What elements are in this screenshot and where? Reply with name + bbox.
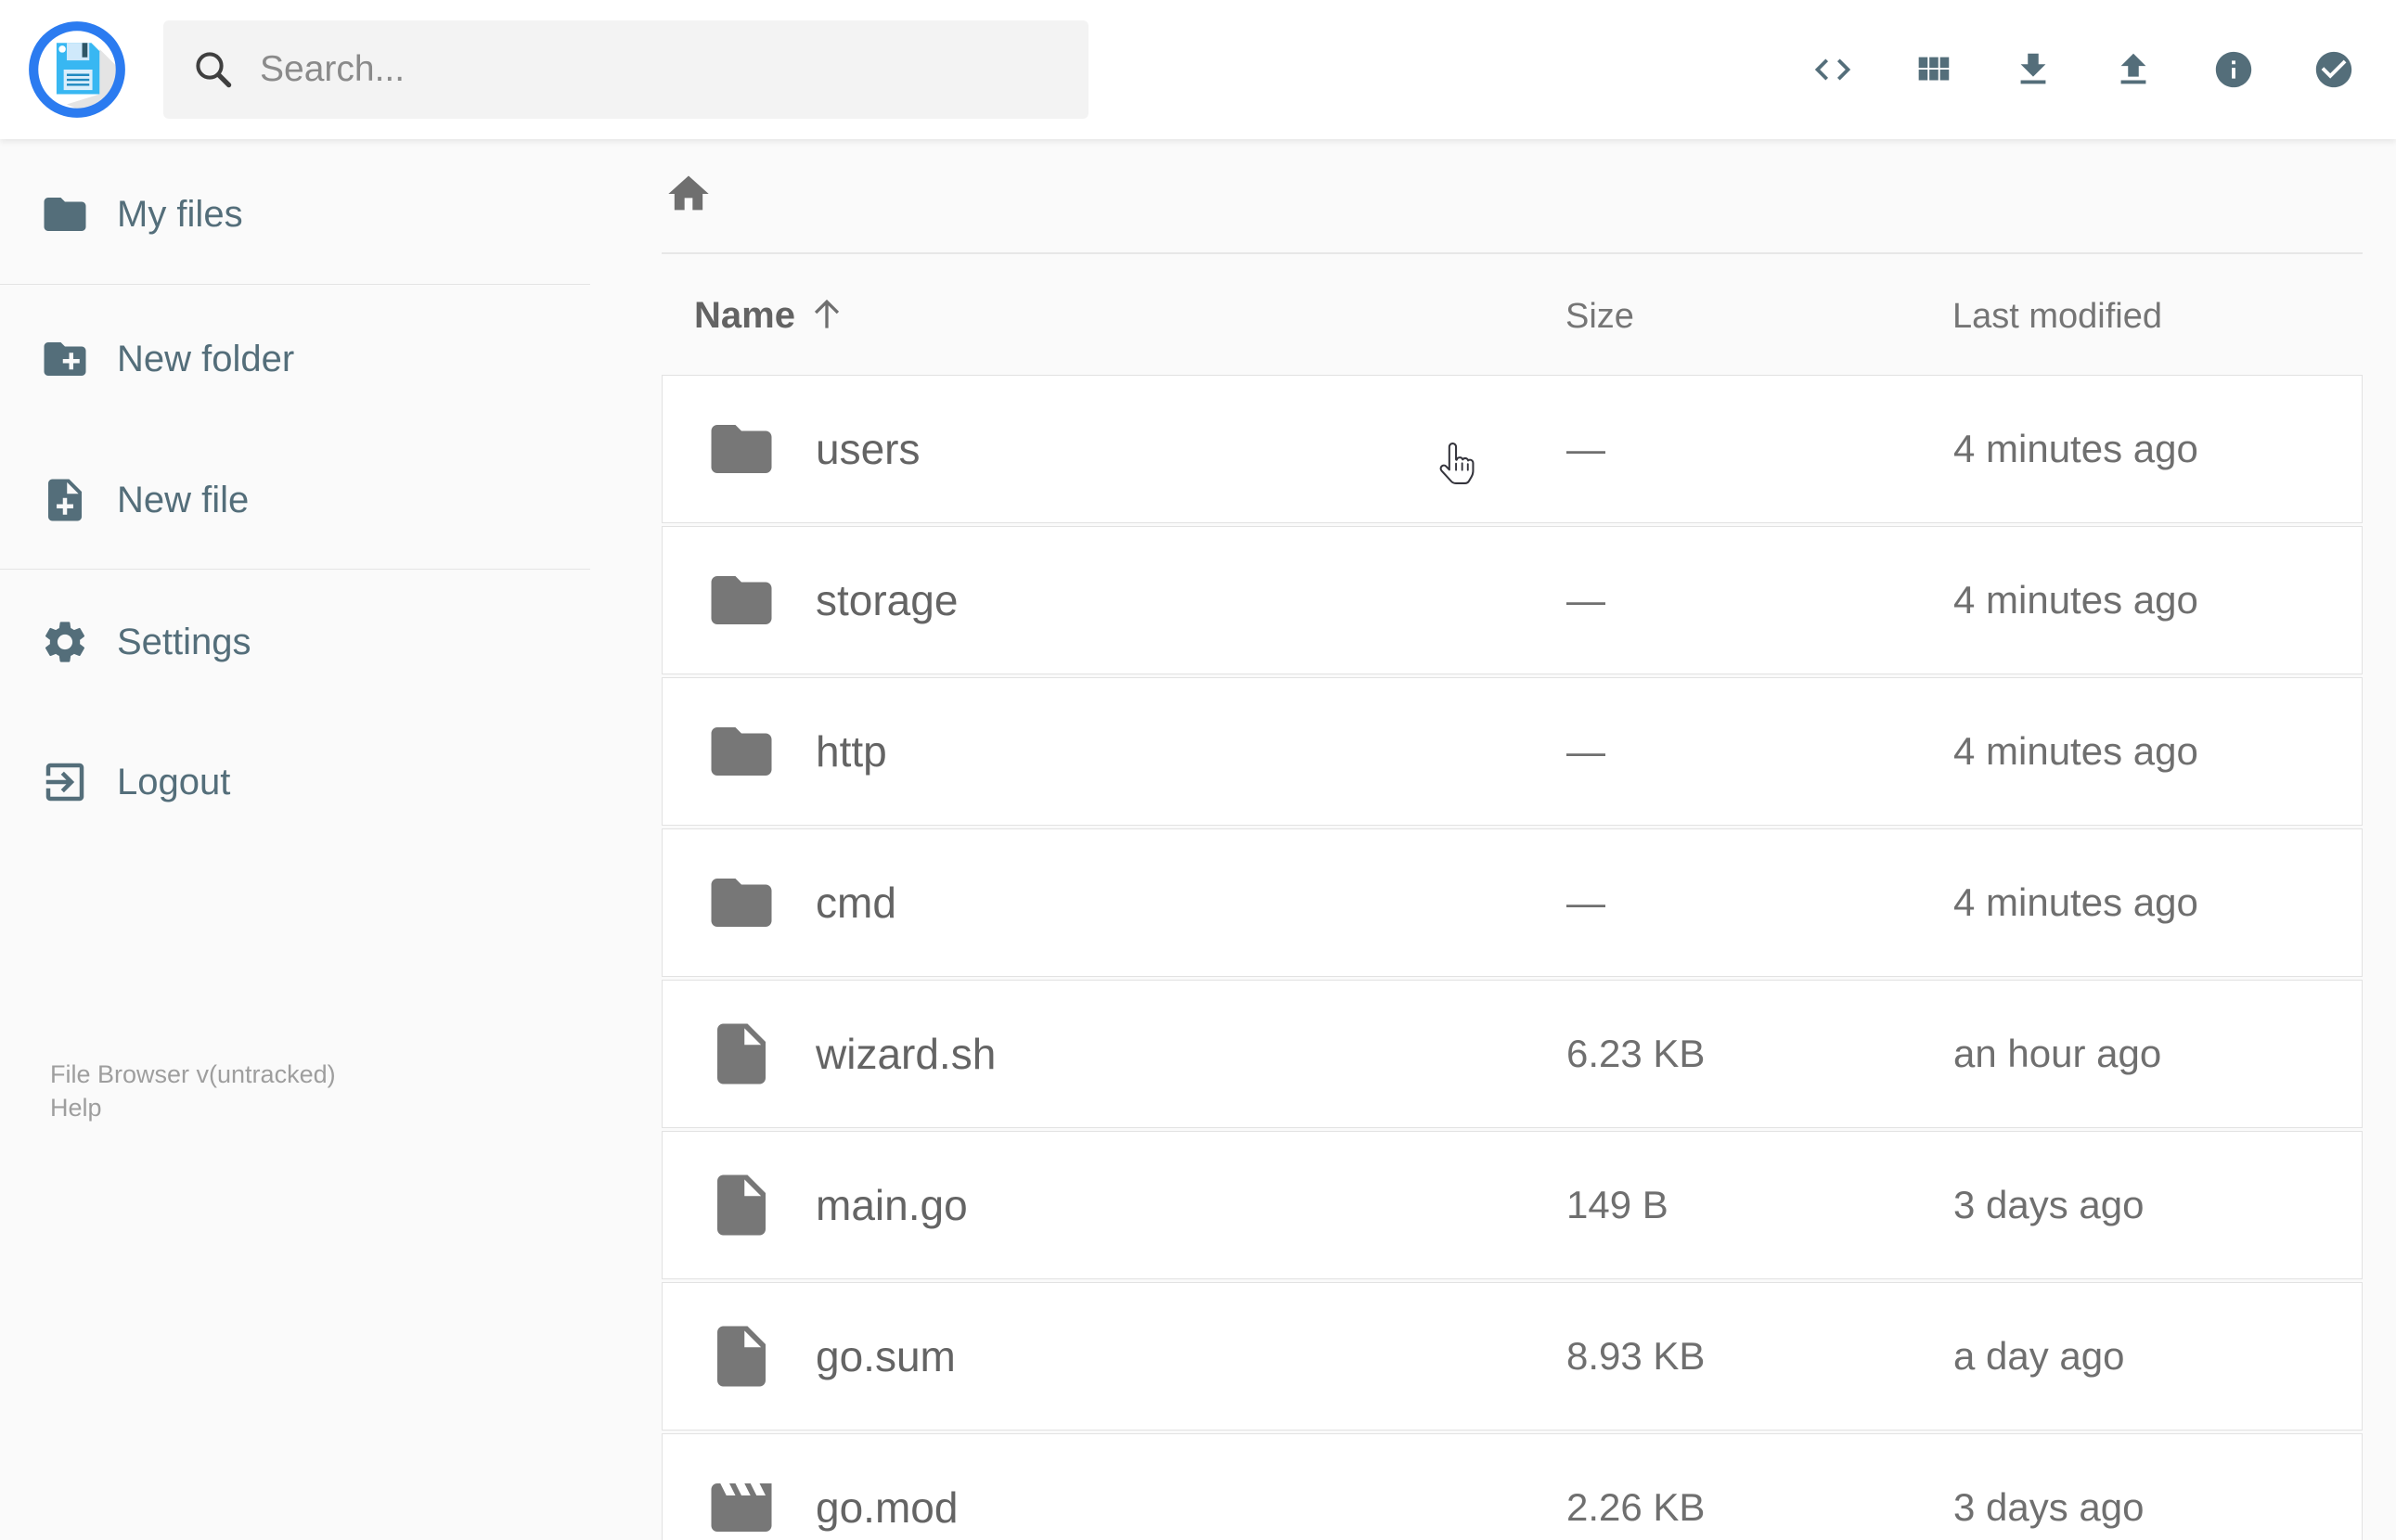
header-divider [662,252,2363,254]
folder-icon [44,198,86,231]
item-name: go.sum [816,1332,956,1380]
sidebar-divider [0,284,590,285]
sidebar-item-label: New file [117,479,250,520]
sort-ascending-icon[interactable] [806,292,847,335]
file-row[interactable]: go.sum 8.93 KB a day ago [662,1282,2363,1431]
search-placeholder: Search... [260,49,406,89]
floppy-disk-logo-icon [29,21,125,118]
item-size: 2.26 KB [1566,1485,1706,1529]
logout-icon [45,763,84,802]
info-button[interactable] [2212,48,2255,91]
item-name: go.mod [816,1483,959,1532]
item-modified: 3 days ago [1953,1485,2145,1529]
item-name: storage [816,576,959,624]
grid-view-icon [1918,57,1950,81]
folder-icon [711,576,772,624]
item-modified: 4 minutes ago [1953,427,2198,470]
sidebar-divider [0,569,590,570]
sidebar-item-label: My files [117,193,243,235]
download-icon [2020,53,2046,84]
top-bar: Search... [0,0,2396,139]
sidebar-item-logout[interactable]: Logout [0,731,590,833]
check-circle-icon [2315,51,2352,88]
new-file-icon [48,479,82,521]
file-icon [717,1174,766,1236]
file-row[interactable]: wizard.sh 6.23 KB an hour ago [662,980,2363,1128]
filebrowser-logo[interactable] [28,20,126,119]
sidebar-item-new-folder[interactable]: New folder [0,308,590,410]
item-name: main.go [816,1181,968,1229]
folder-icon [711,727,772,776]
upload-icon [2120,53,2146,84]
file-row[interactable]: cmd — 4 minutes ago [662,828,2363,977]
file-row[interactable]: go.mod 2.26 KB 3 days ago [662,1433,2363,1540]
sidebar-item-label: New folder [117,338,295,379]
download-button[interactable] [2012,48,2055,91]
file-row[interactable]: main.go 149 B 3 days ago [662,1131,2363,1279]
item-modified: 4 minutes ago [1953,578,2198,622]
search-input[interactable]: Search... [163,20,1089,119]
column-header-name[interactable]: Name [694,295,795,337]
sidebar-item-label: Logout [117,761,231,802]
sidebar-item-label: Settings [117,621,251,662]
folder-icon [711,879,772,927]
shell-button[interactable] [1811,48,1854,91]
code-icon [1814,58,1851,81]
file-row[interactable]: http — 4 minutes ago [662,677,2363,826]
item-name: wizard.sh [816,1030,997,1078]
info-icon [2215,51,2252,88]
file-icon [717,1023,766,1084]
home-icon [668,175,709,211]
item-modified: 4 minutes ago [1953,729,2198,773]
item-size: 149 B [1566,1183,1668,1226]
item-modified: 3 days ago [1953,1183,2145,1226]
settings-gear-icon [45,622,85,662]
version-text: File Browser v(untracked) [50,1060,336,1088]
column-header-modified[interactable]: Last modified [1952,297,2162,337]
sidebar-footer: File Browser v(untracked) Help [50,1058,336,1124]
help-link[interactable]: Help [50,1091,336,1124]
filebrowser-app: Search... My files New folder New file S… [0,0,2396,1540]
sidebar-item-settings[interactable]: Settings [0,591,590,693]
item-modified: 4 minutes ago [1953,880,2198,924]
new-folder-icon [44,342,86,376]
sidebar: My files New folder New file Settings Lo… [0,139,590,1540]
item-size: 6.23 KB [1566,1032,1706,1075]
item-size: — [1566,880,1605,924]
movie-icon [711,1483,772,1532]
item-size: — [1566,427,1605,470]
item-modified: a day ago [1953,1334,2125,1378]
file-row[interactable]: users — 4 minutes ago [662,375,2363,523]
upload-button[interactable] [2112,48,2155,91]
item-name: cmd [816,879,896,927]
item-size: 8.93 KB [1566,1334,1706,1378]
search-icon [196,52,232,88]
item-name: http [816,727,887,776]
folder-icon [711,425,772,473]
header-actions [1811,0,2355,139]
file-icon [717,1326,766,1387]
item-name: users [816,425,921,473]
select-multiple-button[interactable] [2312,48,2355,91]
file-row[interactable]: storage — 4 minutes ago [662,526,2363,674]
item-size: — [1566,578,1605,622]
column-header-size[interactable]: Size [1565,297,1634,337]
item-size: — [1566,729,1605,773]
switch-view-button[interactable] [1912,48,1954,91]
sidebar-item-new-file[interactable]: New file [0,449,590,551]
sidebar-item-my-files[interactable]: My files [0,163,590,265]
item-modified: an hour ago [1953,1032,2162,1075]
breadcrumb-home-button[interactable] [664,170,713,218]
